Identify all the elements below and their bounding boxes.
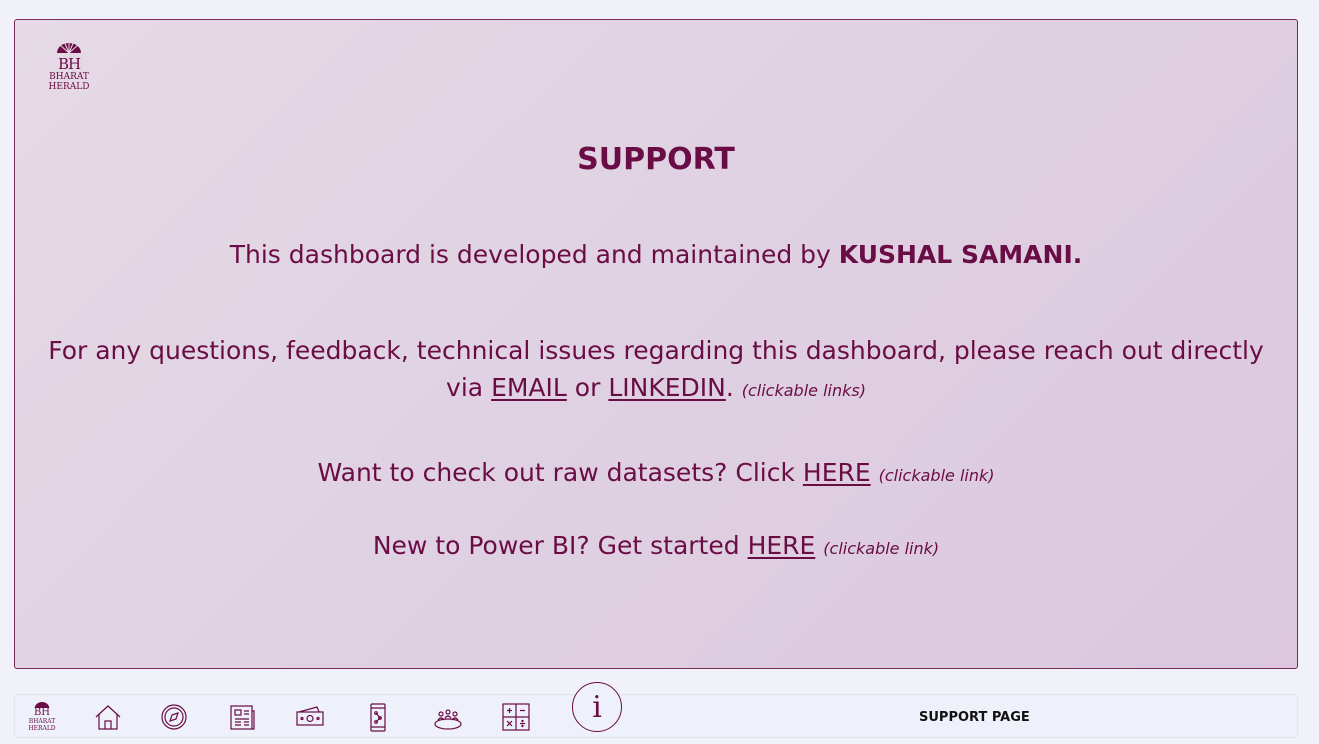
calculator-icon[interactable] bbox=[499, 701, 533, 733]
contact-text: For any questions, feedback, technical i… bbox=[48, 336, 1264, 365]
nav-logo-word-2: HERALD bbox=[28, 725, 56, 732]
support-panel: BH BHARAT HERALD SUPPORT This dashboard … bbox=[14, 19, 1298, 669]
nav-logo-word-1: BHARAT bbox=[28, 718, 56, 725]
email-link[interactable]: EMAIL bbox=[491, 373, 567, 402]
contact-period: . bbox=[725, 373, 734, 402]
bottom-navbar: BH BHARAT HERALD SUPPORT PAGE bbox=[14, 694, 1298, 738]
developer-line: This dashboard is developed and maintain… bbox=[15, 240, 1297, 269]
info-icon[interactable]: i bbox=[572, 682, 622, 732]
page-label: SUPPORT PAGE bbox=[919, 710, 1030, 725]
logo-word-2: HERALD bbox=[48, 82, 90, 92]
newspaper-icon[interactable] bbox=[225, 701, 259, 733]
money-icon[interactable] bbox=[293, 701, 327, 733]
mobile-icon[interactable] bbox=[361, 701, 395, 733]
nav-logo-mark: BH bbox=[33, 707, 51, 718]
powerbi-line: New to Power BI? Get started HERE (click… bbox=[15, 531, 1297, 560]
info-glyph: i bbox=[592, 689, 602, 725]
powerbi-note: (clickable link) bbox=[823, 539, 940, 558]
logo-fan-icon bbox=[57, 43, 81, 54]
logo-mark: BH bbox=[57, 55, 81, 73]
datasets-prefix: Want to check out raw datasets? Click bbox=[317, 458, 803, 487]
datasets-link[interactable]: HERE bbox=[803, 458, 871, 487]
home-icon[interactable] bbox=[91, 701, 125, 733]
nav-logo-button[interactable]: BH BHARAT HERALD bbox=[25, 701, 59, 733]
bharat-herald-logo: BH BHARAT HERALD bbox=[43, 38, 95, 92]
developer-prefix: This dashboard is developed and maintain… bbox=[229, 240, 839, 269]
powerbi-prefix: New to Power BI? Get started bbox=[372, 531, 748, 560]
developer-name: KUSHAL SAMANI. bbox=[838, 240, 1083, 269]
linkedin-link[interactable]: LINKEDIN bbox=[608, 373, 726, 402]
page-title: SUPPORT bbox=[577, 142, 735, 177]
compass-icon[interactable] bbox=[157, 701, 191, 733]
datasets-note: (clickable link) bbox=[878, 466, 995, 485]
logo-word-1: BHARAT bbox=[49, 72, 89, 82]
contact-note: (clickable links) bbox=[741, 381, 866, 400]
audience-icon[interactable] bbox=[431, 701, 465, 733]
powerbi-link[interactable]: HERE bbox=[748, 531, 816, 560]
contact-line: For any questions, feedback, technical i… bbox=[15, 332, 1297, 409]
contact-via: via bbox=[446, 373, 492, 402]
datasets-line: Want to check out raw datasets? Click HE… bbox=[15, 458, 1297, 487]
contact-or: or bbox=[566, 373, 609, 402]
